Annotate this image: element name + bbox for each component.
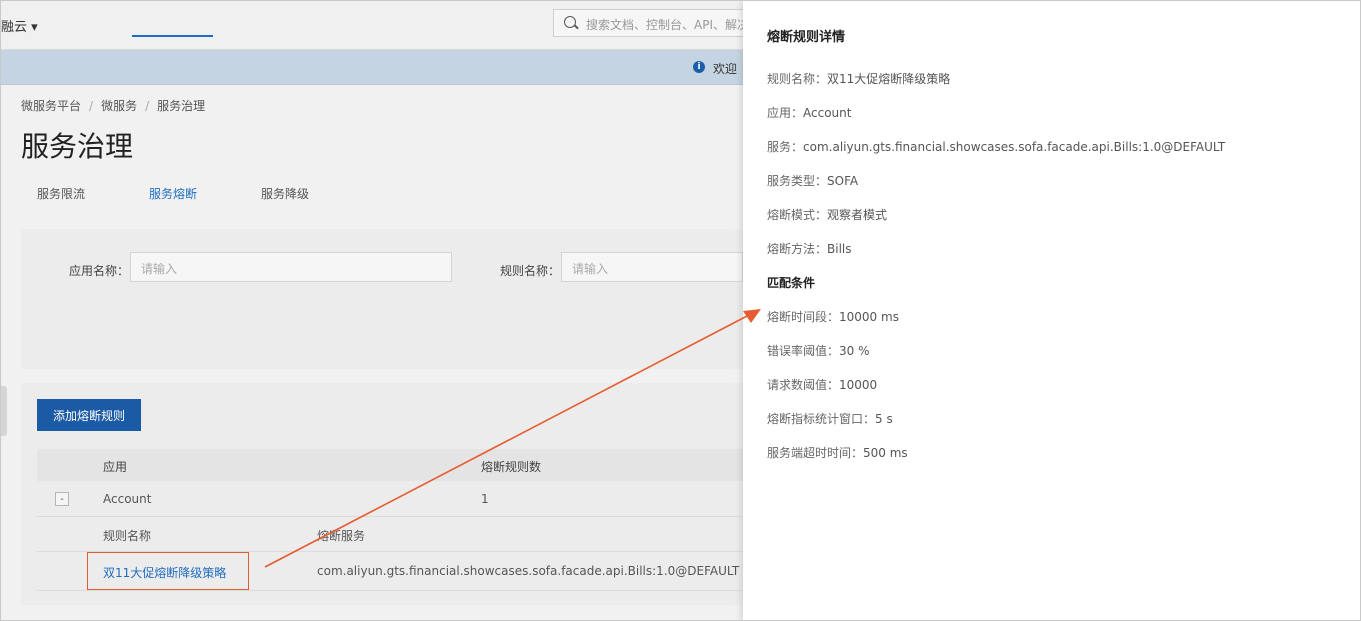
table-row: - Account 1 bbox=[37, 482, 743, 517]
condition-error-rate: 错误率阈值：30 % bbox=[767, 342, 870, 359]
rule-detail-drawer: 熔断规则详情 规则名称：双11大促熔断降级策略 应用：Account 服务：co… bbox=[743, 1, 1360, 620]
detail-service: 服务：com.aliyun.gts.financial.showcases.so… bbox=[767, 138, 1225, 155]
tab-degrade[interactable]: 服务降级 bbox=[261, 185, 309, 202]
side-collapse-handle[interactable] bbox=[1, 386, 7, 436]
column-header-rule-count: 熔断规则数 bbox=[481, 460, 542, 474]
search-placeholder: 搜索文档、控制台、API、解决 bbox=[586, 18, 749, 32]
rule-name-link[interactable]: 双11大促熔断降级策略 bbox=[103, 564, 226, 581]
breadcrumb: 微服务平台 / 微服务 / 服务治理 bbox=[21, 97, 205, 114]
detail-value: 30 % bbox=[839, 344, 870, 358]
collapse-row-button[interactable]: - bbox=[55, 492, 69, 506]
detail-method: 熔断方法：Bills bbox=[767, 240, 852, 257]
detail-service-type: 服务类型：SOFA bbox=[767, 172, 858, 189]
detail-value: Bills bbox=[827, 242, 852, 256]
detail-rule-name: 规则名称：双11大促熔断降级策略 bbox=[767, 70, 950, 87]
add-circuit-rule-button[interactable]: 添加熔断规则 bbox=[37, 399, 141, 431]
tab-rate-limit[interactable]: 服务限流 bbox=[37, 185, 85, 202]
detail-key: 熔断方法： bbox=[767, 242, 828, 256]
detail-value: 10000 ms bbox=[839, 310, 899, 324]
detail-value: 双11大促熔断降级策略 bbox=[827, 72, 951, 86]
app-name-label: 应用名称： bbox=[69, 264, 130, 278]
condition-time-window: 熔断时间段：10000 ms bbox=[767, 308, 899, 325]
column-header-app: 应用 bbox=[103, 460, 128, 474]
active-tab-indicator bbox=[132, 35, 213, 37]
detail-key: 规则名称： bbox=[767, 72, 828, 86]
detail-app: 应用：Account bbox=[767, 104, 851, 121]
detail-key: 请求数阈值： bbox=[767, 378, 840, 392]
condition-stat-window: 熔断指标统计窗口：5 s bbox=[767, 410, 893, 427]
detail-key: 熔断指标统计窗口： bbox=[767, 412, 876, 426]
column-header-rule-name: 规则名称 bbox=[103, 529, 152, 543]
detail-key: 熔断模式： bbox=[767, 208, 828, 222]
detail-value: com.aliyun.gts.financial.showcases.sofa.… bbox=[803, 140, 1226, 154]
column-header-service: 熔断服务 bbox=[317, 529, 366, 543]
drawer-title: 熔断规则详情 bbox=[767, 30, 846, 45]
tab-circuit-breaker[interactable]: 服务熔断 bbox=[149, 185, 197, 202]
breadcrumb-item[interactable]: 微服务 bbox=[101, 99, 137, 113]
breadcrumb-separator: / bbox=[89, 99, 94, 113]
match-conditions-heading: 匹配条件 bbox=[767, 276, 816, 290]
notice-text: 欢迎 bbox=[713, 62, 738, 76]
service-cell: com.aliyun.gts.financial.showcases.sofa.… bbox=[317, 564, 740, 578]
detail-value: Account bbox=[803, 106, 852, 120]
detail-value: 5 s bbox=[875, 412, 893, 426]
detail-key: 错误率阈值： bbox=[767, 344, 840, 358]
rule-name-label: 规则名称： bbox=[500, 264, 561, 278]
page-title: 服务治理 bbox=[21, 130, 134, 163]
detail-mode: 熔断模式：观察者模式 bbox=[767, 206, 887, 223]
condition-request-count: 请求数阈值：10000 bbox=[767, 376, 877, 393]
app-name-input[interactable]: 请输入 bbox=[130, 252, 452, 282]
sub-table-header: 规则名称 熔断服务 bbox=[37, 517, 743, 552]
detail-value: 500 ms bbox=[863, 446, 908, 460]
rule-count-cell: 1 bbox=[481, 492, 489, 506]
detail-key: 服务端超时时间： bbox=[767, 446, 864, 460]
brand-menu[interactable]: 融云 ▾ bbox=[1, 16, 38, 35]
breadcrumb-separator: / bbox=[145, 99, 150, 113]
condition-timeout: 服务端超时时间：500 ms bbox=[767, 444, 908, 461]
detail-value: 10000 bbox=[839, 378, 878, 392]
detail-key: 应用： bbox=[767, 106, 804, 120]
screenshot-frame: 融云 ▾ 搜索文档、控制台、API、解决 i 欢迎 微服务平台 / 微服务 / 服务治理… bbox=[0, 0, 1361, 621]
detail-key: 熔断时间段： bbox=[767, 310, 840, 324]
search-icon bbox=[564, 16, 576, 28]
breadcrumb-item: 服务治理 bbox=[157, 99, 206, 113]
app-cell: Account bbox=[103, 492, 152, 506]
detail-key: 服务： bbox=[767, 140, 804, 154]
info-icon: i bbox=[693, 61, 705, 73]
table-header: 应用 熔断规则数 bbox=[37, 449, 743, 481]
breadcrumb-item[interactable]: 微服务平台 bbox=[21, 99, 81, 113]
rule-name-input[interactable]: 请输入 bbox=[561, 252, 743, 282]
detail-key: 服务类型： bbox=[767, 174, 828, 188]
detail-value: SOFA bbox=[827, 174, 859, 188]
detail-value: 观察者模式 bbox=[827, 208, 888, 222]
filter-panel: 应用名称： 请输入 规则名称： 请输入 bbox=[21, 229, 743, 369]
